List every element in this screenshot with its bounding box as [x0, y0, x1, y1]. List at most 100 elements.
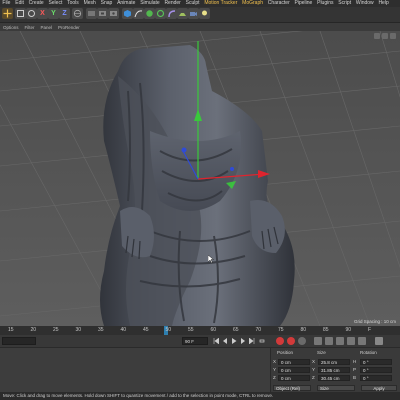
grid-spacing-label: Grid Spacing : 10 cm: [353, 319, 396, 324]
menu-item-file[interactable]: File: [0, 0, 13, 7]
timeline-tick-label: 70: [255, 327, 262, 333]
viewport-navigation-icons[interactable]: [374, 33, 396, 39]
z-axis-lock-button[interactable]: Z: [59, 8, 70, 19]
position-header: Position: [277, 350, 294, 355]
menu-item-select[interactable]: Select: [46, 0, 65, 7]
environment-floor-icon[interactable]: [177, 8, 188, 19]
timeline-tick-label: 85: [323, 327, 329, 333]
perspective-viewport[interactable]: Grid Spacing : 10 cm: [0, 31, 400, 326]
menu-item-animate[interactable]: Animate: [115, 0, 138, 7]
main-toolbar: X Y Z: [0, 7, 400, 23]
go-to-end-icon[interactable]: [248, 337, 255, 345]
render-settings-icon[interactable]: [108, 8, 119, 19]
menu-item-plugins[interactable]: Plugins: [315, 0, 336, 7]
move-tool-icon[interactable]: [2, 8, 13, 19]
timeline-tick-label: 30: [75, 327, 82, 333]
menu-item-tools[interactable]: Tools: [65, 0, 81, 7]
viewport-scene: [0, 31, 400, 326]
position-z-field[interactable]: 0 cm: [278, 374, 310, 381]
array-icon[interactable]: [155, 8, 166, 19]
rotation-b-field[interactable]: 0 °: [360, 374, 392, 381]
timeline-tick-label: 55: [188, 327, 194, 333]
key-scale-button[interactable]: [325, 337, 333, 345]
zoom-icon[interactable]: [382, 33, 388, 39]
loop-icon[interactable]: [258, 337, 265, 345]
status-bar: Move: Click and drag to move elements. H…: [0, 392, 400, 400]
orbit-icon[interactable]: [390, 33, 396, 39]
coordinates-row-y: Y 0 cm Y 31.85 cm P 0 °: [271, 366, 400, 373]
menu-item-window[interactable]: Window: [353, 0, 376, 7]
size-header: Size: [317, 350, 326, 355]
key-parameter-button[interactable]: [347, 337, 355, 345]
timeline-tick-label: 25: [53, 327, 59, 333]
start-frame-field[interactable]: [2, 337, 36, 345]
next-frame-icon[interactable]: [239, 337, 246, 345]
go-to-start-icon[interactable]: [212, 337, 219, 345]
render-to-picture-viewer-icon[interactable]: [97, 8, 108, 19]
menu-item-mesh[interactable]: Mesh: [81, 0, 98, 7]
size-x-field[interactable]: 25.8 cm: [318, 358, 350, 365]
y-axis-lock-button[interactable]: Y: [48, 8, 59, 19]
deformer-bend-icon[interactable]: [166, 8, 177, 19]
size-y-field[interactable]: 31.85 cm: [318, 366, 350, 373]
menu-item-edit[interactable]: Edit: [13, 0, 26, 7]
main-menu-bar: File Edit Create Select Tools Mesh Snap Animate…: [0, 0, 400, 7]
record-active-objects-button[interactable]: [276, 337, 284, 345]
viewport-menu-options[interactable]: Options: [0, 25, 22, 30]
scale-tool-icon[interactable]: [15, 8, 26, 19]
size-axis-label: Z: [312, 375, 315, 380]
position-axis-label: Y: [273, 367, 277, 372]
viewport-menu-panel[interactable]: Panel: [38, 25, 56, 30]
pen-spline-icon[interactable]: [133, 8, 144, 19]
timeline-tick-label: 40: [120, 327, 127, 333]
key-position-button[interactable]: [314, 337, 322, 345]
apply-button[interactable]: Apply: [361, 385, 397, 391]
size-mode-select[interactable]: Size: [317, 385, 355, 391]
timeline-menu-icon[interactable]: [375, 337, 383, 345]
menu-item-help[interactable]: Help: [376, 0, 391, 7]
rotation-axis-label: H: [353, 359, 357, 364]
subdivision-surface-icon[interactable]: [144, 8, 155, 19]
camera-icon[interactable]: [188, 8, 199, 19]
key-rotation-button[interactable]: [336, 337, 344, 345]
keyframe-selection-button[interactable]: [298, 337, 306, 345]
pan-icon[interactable]: [374, 33, 380, 39]
rotation-p-field[interactable]: 0 °: [360, 366, 392, 373]
menu-item-create[interactable]: Create: [26, 0, 46, 7]
coordinates-row-z: Z 0 cm Z 30.45 cm B 0 °: [271, 374, 400, 381]
menu-item-render[interactable]: Render: [162, 0, 183, 7]
menu-item-sculpt[interactable]: Sculpt: [183, 0, 202, 7]
menu-item-character[interactable]: Character: [265, 0, 292, 7]
play-icon[interactable]: [230, 337, 237, 345]
rotation-h-field[interactable]: 0 °: [360, 358, 392, 365]
end-frame-field[interactable]: 90 F: [182, 337, 208, 345]
menu-item-motion-tracker[interactable]: Motion Tracker: [202, 0, 240, 7]
menu-item-script[interactable]: Script: [336, 0, 354, 7]
cube-primitive-icon[interactable]: [122, 8, 133, 19]
render-view-icon[interactable]: [86, 8, 97, 19]
coordinate-mode-select[interactable]: Object (Rel): [273, 385, 311, 391]
viewport-menu-bar: Options Filter Panel ProRender: [0, 23, 400, 31]
timeline-tick-label: 15: [8, 327, 14, 333]
menu-item-mograph[interactable]: MoGraph: [240, 0, 266, 7]
key-point-level-button[interactable]: [358, 337, 366, 345]
previous-frame-icon[interactable]: [221, 337, 228, 345]
light-icon[interactable]: [199, 8, 210, 19]
menu-item-snap[interactable]: Snap: [98, 0, 114, 7]
menu-item-simulate[interactable]: Simulate: [138, 0, 162, 7]
timeline-ruler[interactable]: 15 20 25 30 35 40 45 50 55 60 65 70 75 80 85 90 F: [0, 326, 400, 335]
animation-transport-bar: 90 F: [0, 335, 400, 348]
viewport-menu-filter[interactable]: Filter: [22, 25, 38, 30]
timeline-tick-label: 20: [30, 327, 37, 333]
viewport-menu-prorender[interactable]: ProRender: [55, 25, 83, 30]
menu-item-pipeline[interactable]: Pipeline: [292, 0, 315, 7]
size-z-field[interactable]: 30.45 cm: [318, 374, 350, 381]
world-coordinates-icon[interactable]: [72, 8, 83, 19]
rotate-tool-icon[interactable]: [26, 8, 37, 19]
autokeying-button[interactable]: [287, 337, 295, 345]
x-axis-lock-button[interactable]: X: [37, 8, 48, 19]
material-manager-panel[interactable]: [0, 348, 270, 392]
position-y-field[interactable]: 0 cm: [278, 366, 310, 373]
coordinates-row-x: X 0 cm X 25.8 cm H 0 °: [271, 358, 400, 365]
position-x-field[interactable]: 0 cm: [278, 358, 310, 365]
